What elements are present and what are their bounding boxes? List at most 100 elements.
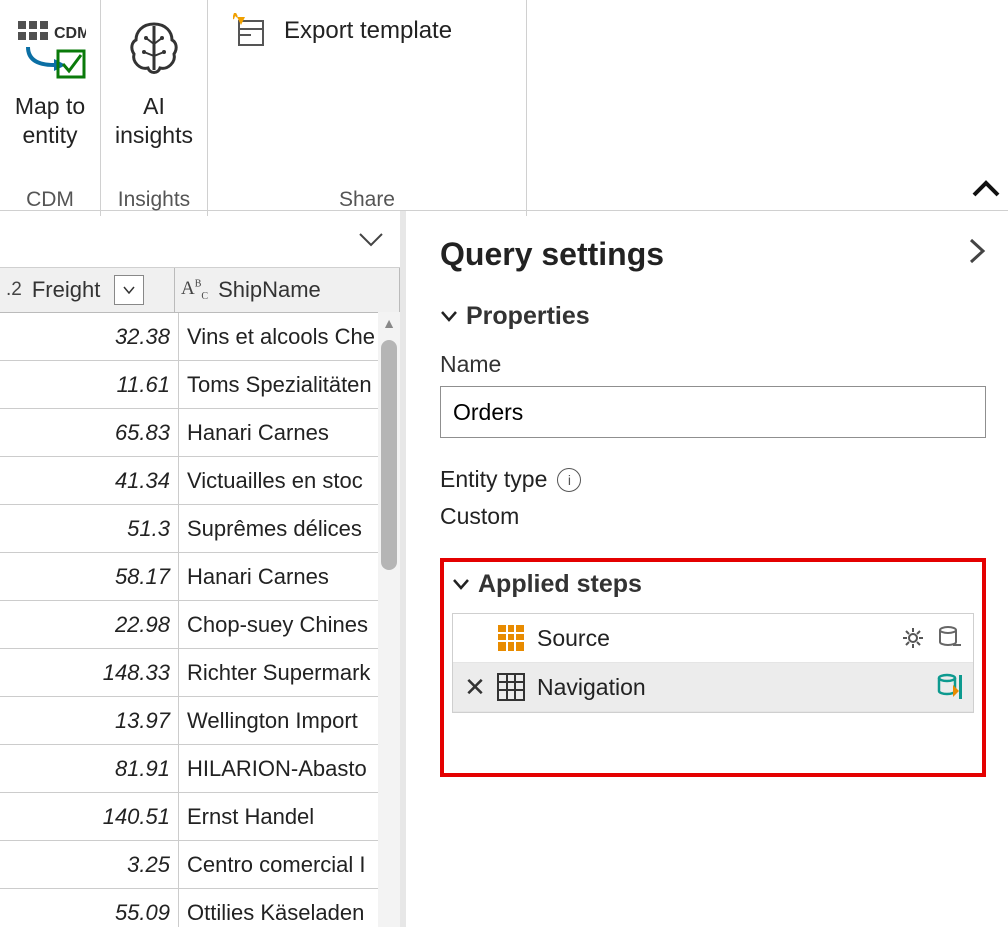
ribbon-group-cdm: CDM Map toentity CDM — [0, 0, 101, 216]
table-row[interactable]: 148.33Richter Supermark — [0, 649, 400, 697]
cell-freight: 51.3 — [0, 505, 179, 552]
ribbon-group-title-insights: Insights — [118, 188, 190, 216]
cell-shipname: Vins et alcools Che — [179, 313, 400, 360]
cell-shipname: Richter Supermark — [179, 649, 400, 696]
panel-title: Query settings — [440, 236, 664, 273]
table-row[interactable]: 55.09Ottilies Käseladen — [0, 889, 400, 927]
export-template-icon — [232, 12, 270, 50]
data-table: .2 Freight ABC ShipName 32.38Vins et alc… — [0, 268, 400, 927]
ribbon-group-title-cdm: CDM — [26, 188, 74, 216]
export-template-button[interactable]: Export template — [232, 12, 452, 50]
entity-type-value: Custom — [440, 503, 986, 530]
chevron-down-icon[interactable] — [358, 223, 384, 255]
database-icon[interactable] — [935, 624, 963, 652]
query-name-input[interactable] — [440, 386, 986, 438]
table-row[interactable]: 13.97Wellington Import — [0, 697, 400, 745]
entity-type-label: Entity type — [440, 466, 547, 493]
step-label: Navigation — [537, 674, 935, 701]
ribbon-group-share: Export template Share — [208, 0, 527, 216]
database-native-icon[interactable] — [935, 673, 963, 701]
step-label: Source — [537, 625, 899, 652]
scrollbar-thumb[interactable] — [381, 340, 397, 570]
data-preview-panel: .2 Freight ABC ShipName 32.38Vins et alc… — [0, 211, 406, 927]
cell-freight: 3.25 — [0, 841, 179, 888]
ribbon: CDM Map toentity CDM — [0, 0, 1008, 211]
table-body: 32.38Vins et alcools Che11.61Toms Spezia… — [0, 313, 400, 927]
collapse-ribbon-button[interactable] — [972, 172, 1000, 204]
svg-text:CDM: CDM — [54, 25, 86, 42]
table-row[interactable]: 41.34Victuailles en stoc — [0, 457, 400, 505]
ribbon-group-title-share: Share — [339, 188, 395, 216]
cell-freight: 81.91 — [0, 745, 179, 792]
table-row[interactable]: 11.61Toms Spezialitäten — [0, 361, 400, 409]
table-row[interactable]: 65.83Hanari Carnes — [0, 409, 400, 457]
cell-freight: 65.83 — [0, 409, 179, 456]
cell-freight: 148.33 — [0, 649, 179, 696]
properties-toggle[interactable]: Properties — [440, 302, 986, 331]
applied-steps-list: Source ✕ Navigation — [452, 613, 974, 713]
table-row[interactable]: 3.25Centro comercial I — [0, 841, 400, 889]
step-actions — [935, 673, 973, 701]
table-row[interactable]: 32.38Vins et alcools Che — [0, 313, 400, 361]
applied-steps-toggle[interactable]: Applied steps — [452, 570, 974, 599]
column-label: ShipName — [218, 277, 321, 303]
cell-freight: 41.34 — [0, 457, 179, 504]
table-row[interactable]: 51.3Suprêmes délices — [0, 505, 400, 553]
export-template-label: Export template — [284, 17, 452, 45]
scroll-up-icon[interactable]: ▲ — [378, 312, 400, 334]
entity-type-row: Entity type i — [440, 466, 986, 493]
text-type-icon: ABC — [181, 278, 208, 302]
map-to-entity-label: Map toentity — [15, 92, 85, 150]
main-area: .2 Freight ABC ShipName 32.38Vins et alc… — [0, 211, 1008, 927]
table-row[interactable]: 81.91HILARION-Abasto — [0, 745, 400, 793]
cell-shipname: Hanari Carnes — [179, 553, 400, 600]
cell-shipname: Suprêmes délices — [179, 505, 400, 552]
cell-shipname: Chop-suey Chines — [179, 601, 400, 648]
column-filter-dropdown[interactable] — [114, 275, 144, 305]
applied-step[interactable]: Source — [453, 614, 973, 663]
table-icon — [495, 671, 527, 703]
cell-freight: 32.38 — [0, 313, 179, 360]
ai-insights-label: AIinsights — [115, 92, 193, 150]
table-header: .2 Freight ABC ShipName — [0, 268, 400, 313]
applied-step[interactable]: ✕ Navigation — [453, 663, 973, 712]
properties-section: Properties Name Entity type i Custom — [440, 302, 986, 530]
query-settings-panel: Query settings Properties Name Entity ty… — [406, 211, 1008, 927]
name-field-label: Name — [440, 351, 986, 378]
table-row[interactable]: 140.51Ernst Handel — [0, 793, 400, 841]
cell-freight: 58.17 — [0, 553, 179, 600]
info-icon[interactable]: i — [557, 468, 581, 492]
chevron-down-icon — [440, 305, 458, 328]
gear-icon[interactable] — [899, 624, 927, 652]
cell-freight: 13.97 — [0, 697, 179, 744]
delete-step-button[interactable]: ✕ — [461, 672, 489, 703]
table-row[interactable]: 22.98Chop-suey Chines — [0, 601, 400, 649]
cell-shipname: Toms Spezialitäten — [179, 361, 400, 408]
column-header-freight[interactable]: .2 Freight — [0, 268, 175, 312]
collapse-panel-button[interactable] — [968, 235, 986, 274]
formula-bar — [0, 211, 400, 268]
brain-icon — [122, 10, 186, 90]
table-row[interactable]: 58.17Hanari Carnes — [0, 553, 400, 601]
cell-shipname: Ottilies Käseladen — [179, 889, 400, 927]
cell-freight: 55.09 — [0, 889, 179, 927]
cell-freight: 140.51 — [0, 793, 179, 840]
cell-shipname: Ernst Handel — [179, 793, 400, 840]
decimal-type-icon: .2 — [6, 279, 22, 301]
map-to-entity-button[interactable]: CDM Map toentity — [14, 10, 86, 150]
cell-shipname: Wellington Import — [179, 697, 400, 744]
cell-shipname: Hanari Carnes — [179, 409, 400, 456]
chevron-down-icon — [452, 573, 470, 596]
ai-insights-button[interactable]: AIinsights — [115, 10, 193, 150]
cell-freight: 22.98 — [0, 601, 179, 648]
cell-shipname: Victuailles en stoc — [179, 457, 400, 504]
ribbon-group-insights: AIinsights Insights — [101, 0, 208, 216]
column-header-shipname[interactable]: ABC ShipName — [175, 268, 400, 312]
cell-shipname: Centro comercial I — [179, 841, 400, 888]
table-source-icon — [495, 622, 527, 654]
vertical-scrollbar[interactable]: ▲ — [378, 312, 400, 927]
applied-steps-label: Applied steps — [478, 570, 642, 599]
column-label: Freight — [32, 277, 100, 303]
applied-steps-highlight: Applied steps Source ✕ Navigation — [440, 558, 986, 777]
properties-label: Properties — [466, 302, 590, 331]
